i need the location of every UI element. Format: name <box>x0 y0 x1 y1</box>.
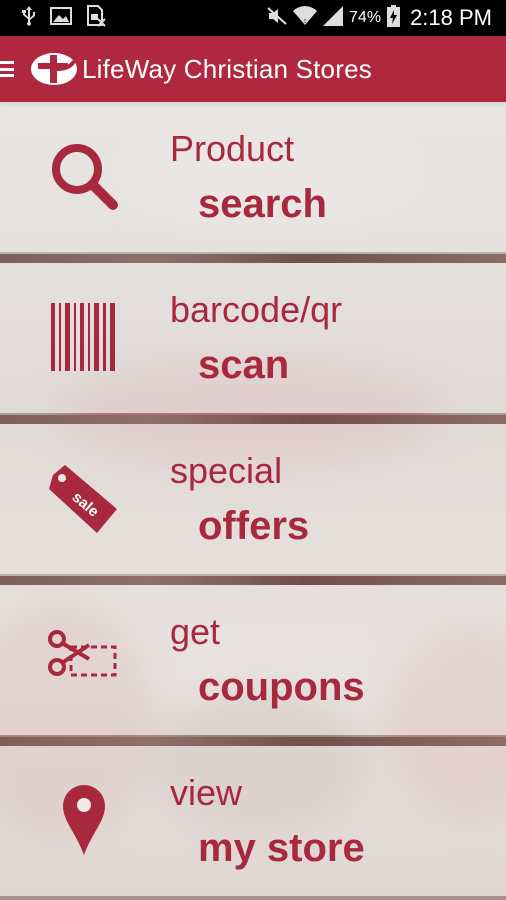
menu-item-line1: barcode/qr <box>170 289 343 330</box>
menu-icon[interactable] <box>0 61 16 77</box>
menu-item-line2: coupons <box>198 665 365 709</box>
menu-item-line1: view <box>170 772 243 813</box>
menu-item-line2: my store <box>198 826 365 870</box>
app-title: LifeWay Christian Stores <box>82 53 372 84</box>
menu-item-line2: scan <box>198 343 290 387</box>
wifi-icon: ↕ <box>293 6 318 30</box>
map-pin-icon <box>42 778 126 862</box>
menu-item-line2: offers <box>198 504 310 548</box>
signal-icon <box>323 6 344 30</box>
divider <box>0 576 506 585</box>
lifeway-logo-icon <box>31 53 77 85</box>
menu-item-view-my-store[interactable]: view my store <box>0 746 506 896</box>
mute-icon <box>267 7 287 29</box>
sale-tag-icon: sale <box>42 456 126 540</box>
usb-icon <box>22 6 36 30</box>
clock: 2:18 PM <box>410 5 492 30</box>
divider <box>0 254 506 263</box>
menu-item-line1: Product <box>170 128 295 169</box>
menu-item-line1: special <box>170 450 283 491</box>
barcode-icon <box>42 295 126 379</box>
menu-item-line2: search <box>198 182 327 226</box>
divider <box>0 737 506 746</box>
image-icon <box>50 7 72 29</box>
menu-item-special-offers[interactable]: sale special offers <box>0 424 506 574</box>
divider <box>0 415 506 424</box>
search-icon <box>42 134 126 218</box>
battery-percent: 74% <box>349 9 382 26</box>
battery-icon <box>387 5 401 31</box>
menu-item-product-search[interactable]: Product search <box>0 102 506 252</box>
main-menu: Product search barcode/qr scan sale spec… <box>0 102 506 900</box>
svg-text:↕: ↕ <box>303 18 307 25</box>
menu-item-get-coupons[interactable]: get coupons <box>0 585 506 735</box>
menu-item-line1: get <box>170 611 221 652</box>
app-bar: LifeWay Christian Stores <box>0 36 506 102</box>
scissors-coupon-icon <box>42 617 126 701</box>
sim-icon <box>86 5 106 31</box>
menu-item-barcode-scan[interactable]: barcode/qr scan <box>0 263 506 413</box>
status-bar: ↕ 74% 2:18 PM <box>0 0 506 36</box>
